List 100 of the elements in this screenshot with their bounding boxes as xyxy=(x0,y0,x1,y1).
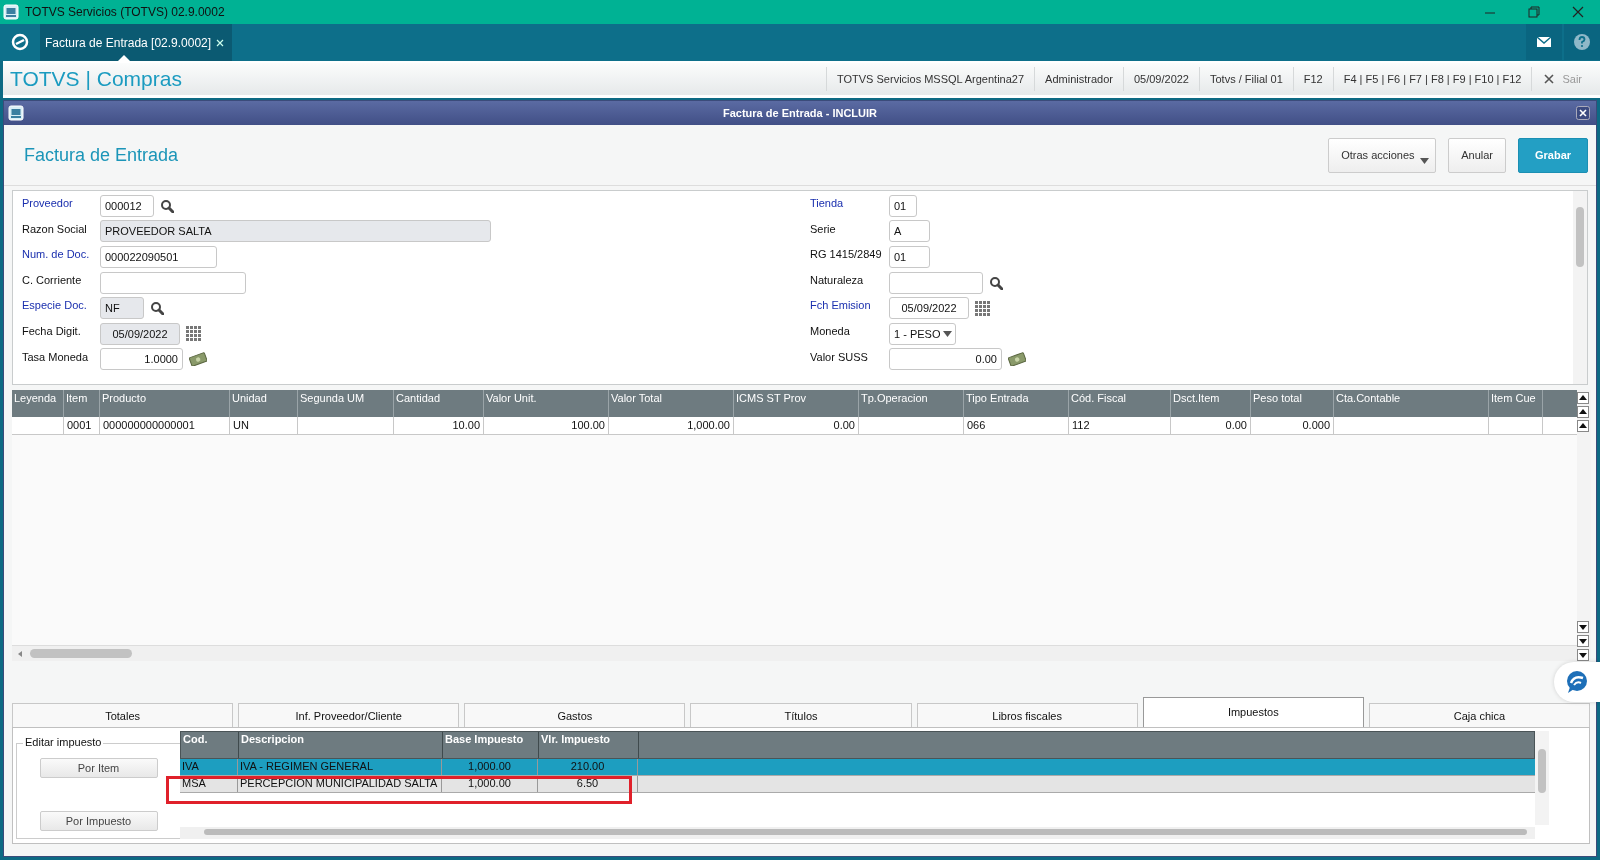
close-icon[interactable] xyxy=(1576,106,1590,120)
table-cell: 210.00 xyxy=(538,759,638,775)
field-label: Fch Emision xyxy=(810,298,872,312)
folder-tab[interactable]: Inf. Proveedor/Cliente xyxy=(238,703,460,727)
mail-icon[interactable] xyxy=(1526,24,1562,60)
field-label: Num. de Doc. xyxy=(22,247,91,261)
input-field[interactable]: 000022090501 xyxy=(100,246,217,268)
table-cell: 0.00 xyxy=(1171,417,1251,434)
column-header[interactable]: Vlr. Impuesto xyxy=(539,732,639,758)
input-field[interactable]: 01 xyxy=(889,246,930,268)
table-cell: 112 xyxy=(1069,417,1171,434)
header-info[interactable]: F12 xyxy=(1292,67,1333,91)
table-cell: UN xyxy=(230,417,298,434)
cancel-button[interactable]: Anular xyxy=(1448,137,1506,173)
scroll-thumb[interactable] xyxy=(204,829,1527,835)
field-label: Tasa Moneda xyxy=(22,349,90,363)
arrow-left-icon[interactable] xyxy=(16,649,24,658)
header-info[interactable]: F4 | F5 | F6 | F7 | F8 | F9 | F10 | F12 xyxy=(1332,67,1532,91)
chat-button[interactable] xyxy=(1554,662,1600,702)
edit-button[interactable]: Por Item xyxy=(39,758,158,778)
field-label: Proveedor xyxy=(22,196,74,209)
close-icon[interactable] xyxy=(1571,5,1585,19)
search-icon[interactable] xyxy=(989,275,1003,290)
header-info[interactable]: Administrador xyxy=(1034,67,1123,91)
search-icon[interactable] xyxy=(160,198,174,213)
input-field[interactable] xyxy=(889,271,983,294)
input-field[interactable]: 0.00 xyxy=(889,348,1002,371)
header-info[interactable]: TOTVS Servicios MSSQL Argentina27 xyxy=(826,67,1035,91)
calendar-icon[interactable] xyxy=(186,326,201,342)
input-field[interactable] xyxy=(100,271,246,294)
table-cell: 000000000000001 xyxy=(100,417,230,434)
app-window-icon xyxy=(3,4,19,20)
window-title: TOTVS Servicios (TOTVS) 02.9.0002 xyxy=(25,5,225,19)
scroll-up-icon[interactable] xyxy=(1577,406,1589,418)
scroll-down-icon[interactable] xyxy=(1577,621,1589,633)
folder-tab[interactable]: Caja chica xyxy=(1368,703,1590,727)
calendar-icon[interactable] xyxy=(975,300,990,316)
table-cell: MSA xyxy=(180,776,238,792)
column-header[interactable]: Descripcion xyxy=(239,732,443,758)
logo-icon[interactable] xyxy=(11,33,29,51)
input-field[interactable]: 000012 xyxy=(100,194,154,217)
table-cell: 1,000.00 xyxy=(442,776,538,792)
chat-icon xyxy=(1564,669,1590,695)
table-cell: 10.00 xyxy=(394,417,484,434)
folder-tab[interactable]: Totales xyxy=(12,703,234,727)
field-label: Especie Doc. xyxy=(22,298,88,312)
field-label: Razon Social xyxy=(22,221,88,235)
help-icon[interactable] xyxy=(1564,24,1600,60)
scrollbar[interactable] xyxy=(180,827,1535,839)
field-label: Naturaleza xyxy=(810,272,865,286)
actions-button[interactable]: Otras acciones xyxy=(1328,137,1437,173)
input-field[interactable]: A xyxy=(889,220,930,243)
currency-select[interactable]: 1 - PESO xyxy=(889,322,956,345)
close-icon[interactable] xyxy=(1544,74,1555,84)
dialog-title: Factura de Entrada - INCLUIR xyxy=(722,107,878,119)
table-cell: 1,000.00 xyxy=(442,759,538,775)
scroll-down-icon[interactable] xyxy=(1577,649,1589,661)
caret-icon xyxy=(1420,157,1430,164)
field-label: RG 1415/2849 xyxy=(810,247,883,261)
table-cell: IVA xyxy=(180,759,238,775)
restore-icon[interactable] xyxy=(1527,5,1541,19)
field-label: Serie xyxy=(810,221,837,235)
caret-icon xyxy=(943,330,952,337)
table-cell: 0.000 xyxy=(1251,417,1334,434)
input-field[interactable]: 01 xyxy=(889,194,917,217)
edit-button[interactable]: Por Impuesto xyxy=(39,811,158,831)
folder-tab[interactable]: Títulos xyxy=(690,703,912,727)
field-label: C. Corriente xyxy=(22,272,83,286)
scrollbar[interactable] xyxy=(1573,191,1587,384)
table-cell: 6.50 xyxy=(538,776,638,792)
scroll-thumb[interactable] xyxy=(1576,207,1584,267)
table-cell: PERCEPCION MUNICIPALIDAD SALTA xyxy=(238,776,442,792)
app-brand: TOTVS | Compras xyxy=(9,67,182,91)
scroll-thumb[interactable] xyxy=(1538,749,1546,793)
scrollbar[interactable] xyxy=(12,645,1577,661)
header-info[interactable]: 05/09/2022 xyxy=(1122,67,1199,91)
search-icon[interactable] xyxy=(150,301,164,316)
input-field[interactable]: 05/09/2022 xyxy=(889,297,969,320)
table-row[interactable]: IVA IVA - REGIMEN GENERAL 1,000.00 210.00 xyxy=(180,759,1535,776)
group-title: Editar impuesto xyxy=(23,736,104,748)
table-cell: 1,000.00 xyxy=(609,417,734,434)
table-row[interactable]: MSA PERCEPCION MUNICIPALIDAD SALTA 1,000.00 6.50 xyxy=(180,776,1535,793)
folder-tab[interactable]: Impuestos xyxy=(1142,697,1364,727)
scroll-up-icon[interactable] xyxy=(1577,392,1589,404)
header-info[interactable]: Totvs / Filial 01 xyxy=(1199,67,1293,91)
scroll-down-icon[interactable] xyxy=(1577,635,1589,647)
app-tab[interactable]: Factura de Entrada [02.9.0002] xyxy=(40,24,233,61)
page-heading: Factura de Entrada xyxy=(24,144,179,166)
column-header[interactable]: Base Impuesto xyxy=(443,732,539,758)
input-field[interactable]: 1.0000 xyxy=(100,348,183,371)
column-header[interactable]: Cod. xyxy=(181,732,239,758)
scrollbar[interactable] xyxy=(1535,731,1549,825)
field-label: Tienda xyxy=(810,196,845,209)
scroll-thumb[interactable] xyxy=(30,649,132,658)
scroll-up-icon[interactable] xyxy=(1577,420,1589,432)
folder-tab[interactable]: Libros fiscales xyxy=(916,703,1138,727)
field-label: Fecha Digit. xyxy=(22,323,82,337)
field-label: Valor SUSS xyxy=(810,349,869,363)
folder-tab[interactable]: Gastos xyxy=(464,703,686,727)
table-cell: IVA - REGIMEN GENERAL xyxy=(238,759,442,775)
